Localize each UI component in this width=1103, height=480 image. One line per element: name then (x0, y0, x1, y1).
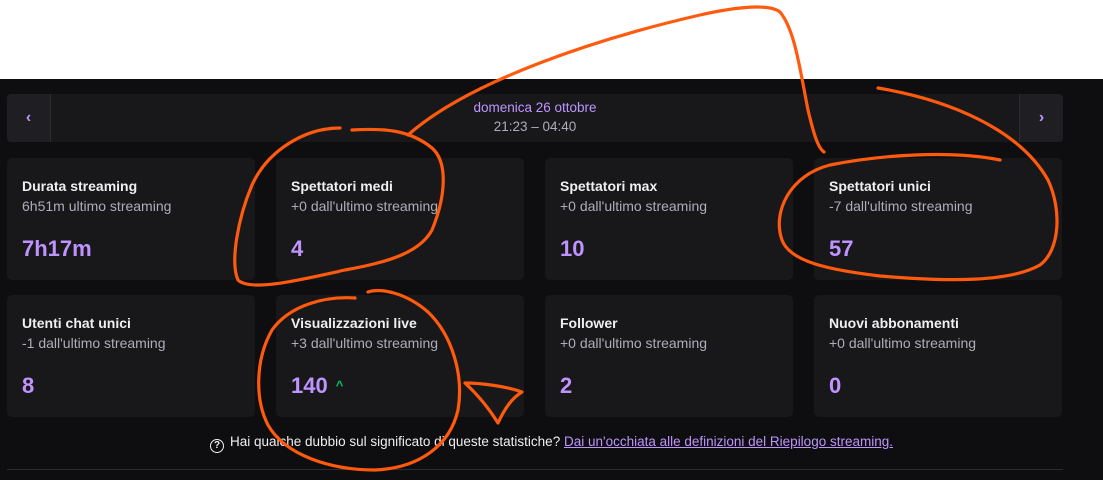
question-circle-icon: ? (210, 439, 224, 453)
stat-comparison: -7 dall'ultimo streaming (829, 198, 973, 214)
stats-definitions-link[interactable]: Dai un'occhiata alle definizioni del Rie… (564, 434, 893, 449)
stream-date: domenica 26 ottobre 21:23 – 04:40 (50, 99, 1020, 137)
next-stream-button[interactable]: › (1019, 94, 1063, 142)
stat-card-followers: Follower +0 dall'ultimo streaming 2 (545, 295, 793, 417)
date-navigator: ‹ domenica 26 ottobre 21:23 – 04:40 › (7, 94, 1063, 142)
stat-comparison: 6h51m ultimo streaming (22, 198, 172, 214)
stat-value: 7h17m (22, 236, 92, 261)
stat-value: 0 (829, 373, 842, 398)
help-question: Hai qualche dubbio sul significato di qu… (230, 434, 561, 449)
stream-time-range: 21:23 – 04:40 (493, 119, 577, 134)
stat-card-unique-chatters: Utenti chat unici -1 dall'ultimo streami… (7, 295, 255, 417)
stat-comparison: +0 dall'ultimo streaming (560, 335, 708, 351)
stat-card-max-viewers: Spettatori max +0 dall'ultimo streaming … (545, 158, 793, 280)
stat-card-live-views: Visualizzazioni live +3 dall'ultimo stre… (276, 295, 524, 417)
chevron-right-icon: › (1038, 109, 1045, 126)
stat-comparison: +0 dall'ultimo streaming (829, 335, 977, 351)
stat-title: Spettatori max (560, 178, 658, 194)
previous-stream-button[interactable]: ‹ (7, 94, 51, 142)
top-blank-area (0, 0, 1103, 79)
stat-value: 8 (22, 373, 35, 398)
chevron-left-icon: ‹ (25, 109, 32, 126)
stat-comparison: +0 dall'ultimo streaming (291, 198, 439, 214)
stat-title: Spettatori unici (829, 178, 931, 194)
stat-title: Nuovi abbonamenti (829, 315, 959, 331)
stream-day: domenica 26 ottobre (473, 100, 597, 115)
stat-title: Durata streaming (22, 178, 138, 194)
stat-value: 140 (291, 373, 328, 398)
stat-title: Utenti chat unici (22, 315, 131, 331)
stat-title: Spettatori medi (291, 178, 393, 194)
stat-value: 57 (829, 236, 854, 261)
stats-help-line: ? Hai qualche dubbio sul significato di q… (0, 432, 1103, 453)
stat-comparison: +0 dall'ultimo streaming (560, 198, 708, 214)
trend-up-icon: ^ (335, 378, 344, 393)
stat-card-average-viewers: Spettatori medi +0 dall'ultimo streaming… (276, 158, 524, 280)
stat-comparison: +3 dall'ultimo streaming (291, 335, 439, 351)
stat-card-stream-duration: Durata streaming 6h51m ultimo streaming … (7, 158, 255, 280)
stat-value: 10 (560, 236, 585, 261)
stat-value: 4 (291, 236, 304, 261)
stat-title: Follower (560, 315, 618, 331)
stat-card-new-subscriptions: Nuovi abbonamenti +0 dall'ultimo streami… (814, 295, 1062, 417)
stat-card-unique-viewers: Spettatori unici -7 dall'ultimo streamin… (814, 158, 1062, 280)
divider (7, 469, 1063, 470)
stat-value: 2 (560, 373, 573, 398)
stat-comparison: -1 dall'ultimo streaming (22, 335, 166, 351)
stat-title: Visualizzazioni live (291, 315, 417, 331)
